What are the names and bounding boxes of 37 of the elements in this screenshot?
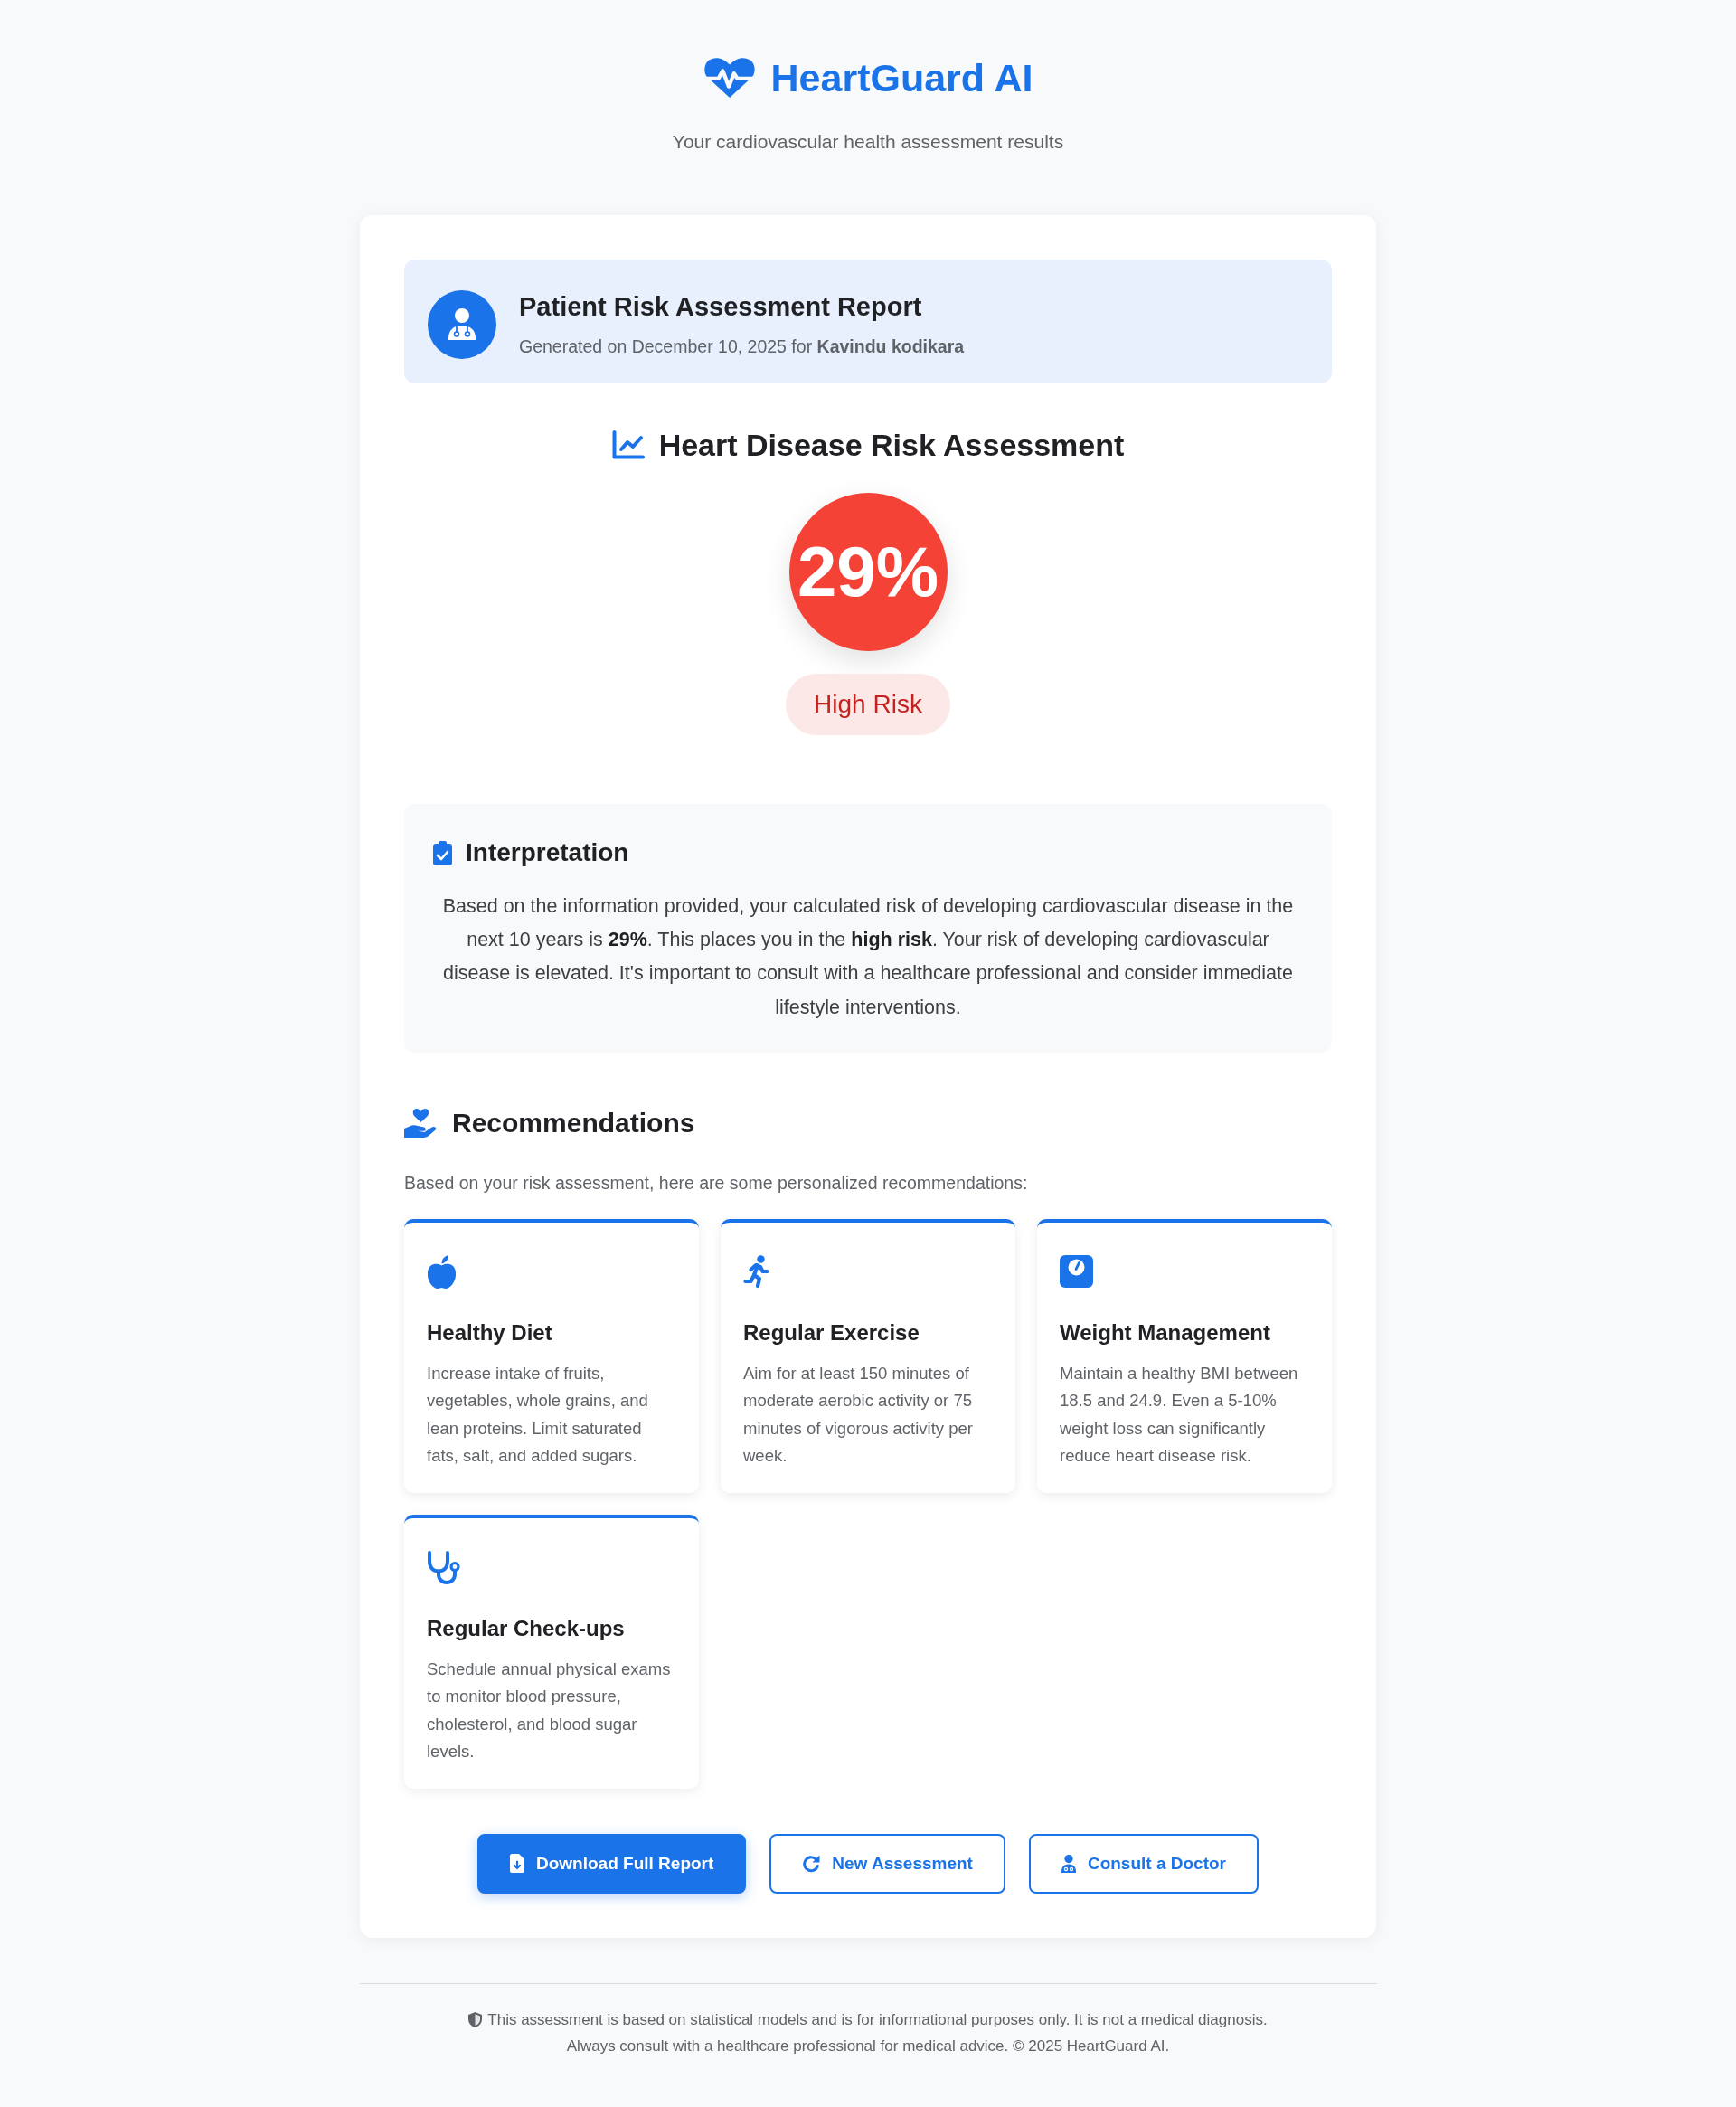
disclaimer-text: Always consult with a healthcare professional for medical advice. © 2025 HeartGuard AI.	[566, 2036, 1170, 2056]
download-report-button[interactable]: Download Full Report	[477, 1833, 747, 1894]
recommendation-title: Healthy Diet	[427, 1318, 553, 1346]
risk-score: 29%	[788, 493, 948, 651]
refresh-icon	[802, 1854, 821, 1873]
file-download-icon	[510, 1854, 524, 1874]
doctor-avatar-icon	[428, 289, 496, 359]
hand-heart-icon	[404, 1108, 438, 1139]
recommendations-heading: Recommendations	[452, 1106, 695, 1139]
recommendation-text: Aim for at least 150 minutes of moderate aerobic activity or 75 minutes of vigorous activity per week.	[743, 1362, 974, 1468]
interpretation-text: Based on the information provided, your calculated risk of developing cardiovascular disease in the next 10 years is 29%. This places you in the high risk. Your risk of developing cardiovascular disease is elevated. It's important to consult with a healthcare professional and consider immediate lifestyle interventions.	[441, 894, 1295, 1020]
line-chart-icon	[611, 430, 645, 459]
risk-heading: Heart Disease Risk Assessment	[658, 427, 1125, 464]
recommendations-intro: Based on your risk assessment, here are some personalized recommendations:	[404, 1171, 1029, 1195]
recommendation-title: Regular Exercise	[743, 1318, 920, 1346]
risk-level-badge: High Risk	[786, 674, 950, 735]
recommendation-title: Regular Check-ups	[427, 1614, 626, 1642]
report-title: Patient Risk Assessment Report	[519, 290, 923, 323]
report-meta: Generated on December 10, 2025 for Kavindu kodikara	[519, 335, 965, 358]
apple-icon	[427, 1254, 457, 1289]
recommendation-text: Maintain a healthy BMI between 18.5 and 24.9. Even a 5-10% weight loss can significantly reduce heart disease risk.	[1060, 1362, 1299, 1468]
shield-icon	[468, 2011, 483, 2027]
stethoscope-icon	[427, 1550, 461, 1584]
heart-pulse-icon	[703, 56, 756, 99]
clipboard-check-icon	[433, 840, 452, 865]
recommendation-title: Weight Management	[1060, 1318, 1271, 1346]
interpretation-heading: Interpretation	[466, 837, 629, 868]
consult-doctor-button[interactable]: Consult a Doctor	[1028, 1833, 1259, 1894]
running-person-icon	[743, 1254, 769, 1289]
recommendation-text: Increase intake of fruits, vegetables, whole grains, and lean proteins. Limit saturated fats, salt, and added sugars.	[427, 1362, 649, 1468]
app-title: HeartGuard AI	[770, 55, 1033, 101]
new-assessment-button[interactable]: New Assessment	[769, 1833, 1005, 1894]
doctor-icon	[1061, 1854, 1076, 1873]
scale-icon	[1060, 1255, 1093, 1289]
recommendation-text: Schedule annual physical exams to monitor blood pressure, cholesterol, and blood sugar levels.	[427, 1658, 672, 1763]
app-subtitle: Your cardiovascular health assessment results	[672, 130, 1064, 154]
disclaimer-text: This assessment is based on statistical models and is for informational purposes only. It is not a medical diagnosis.	[487, 2009, 1268, 2030]
